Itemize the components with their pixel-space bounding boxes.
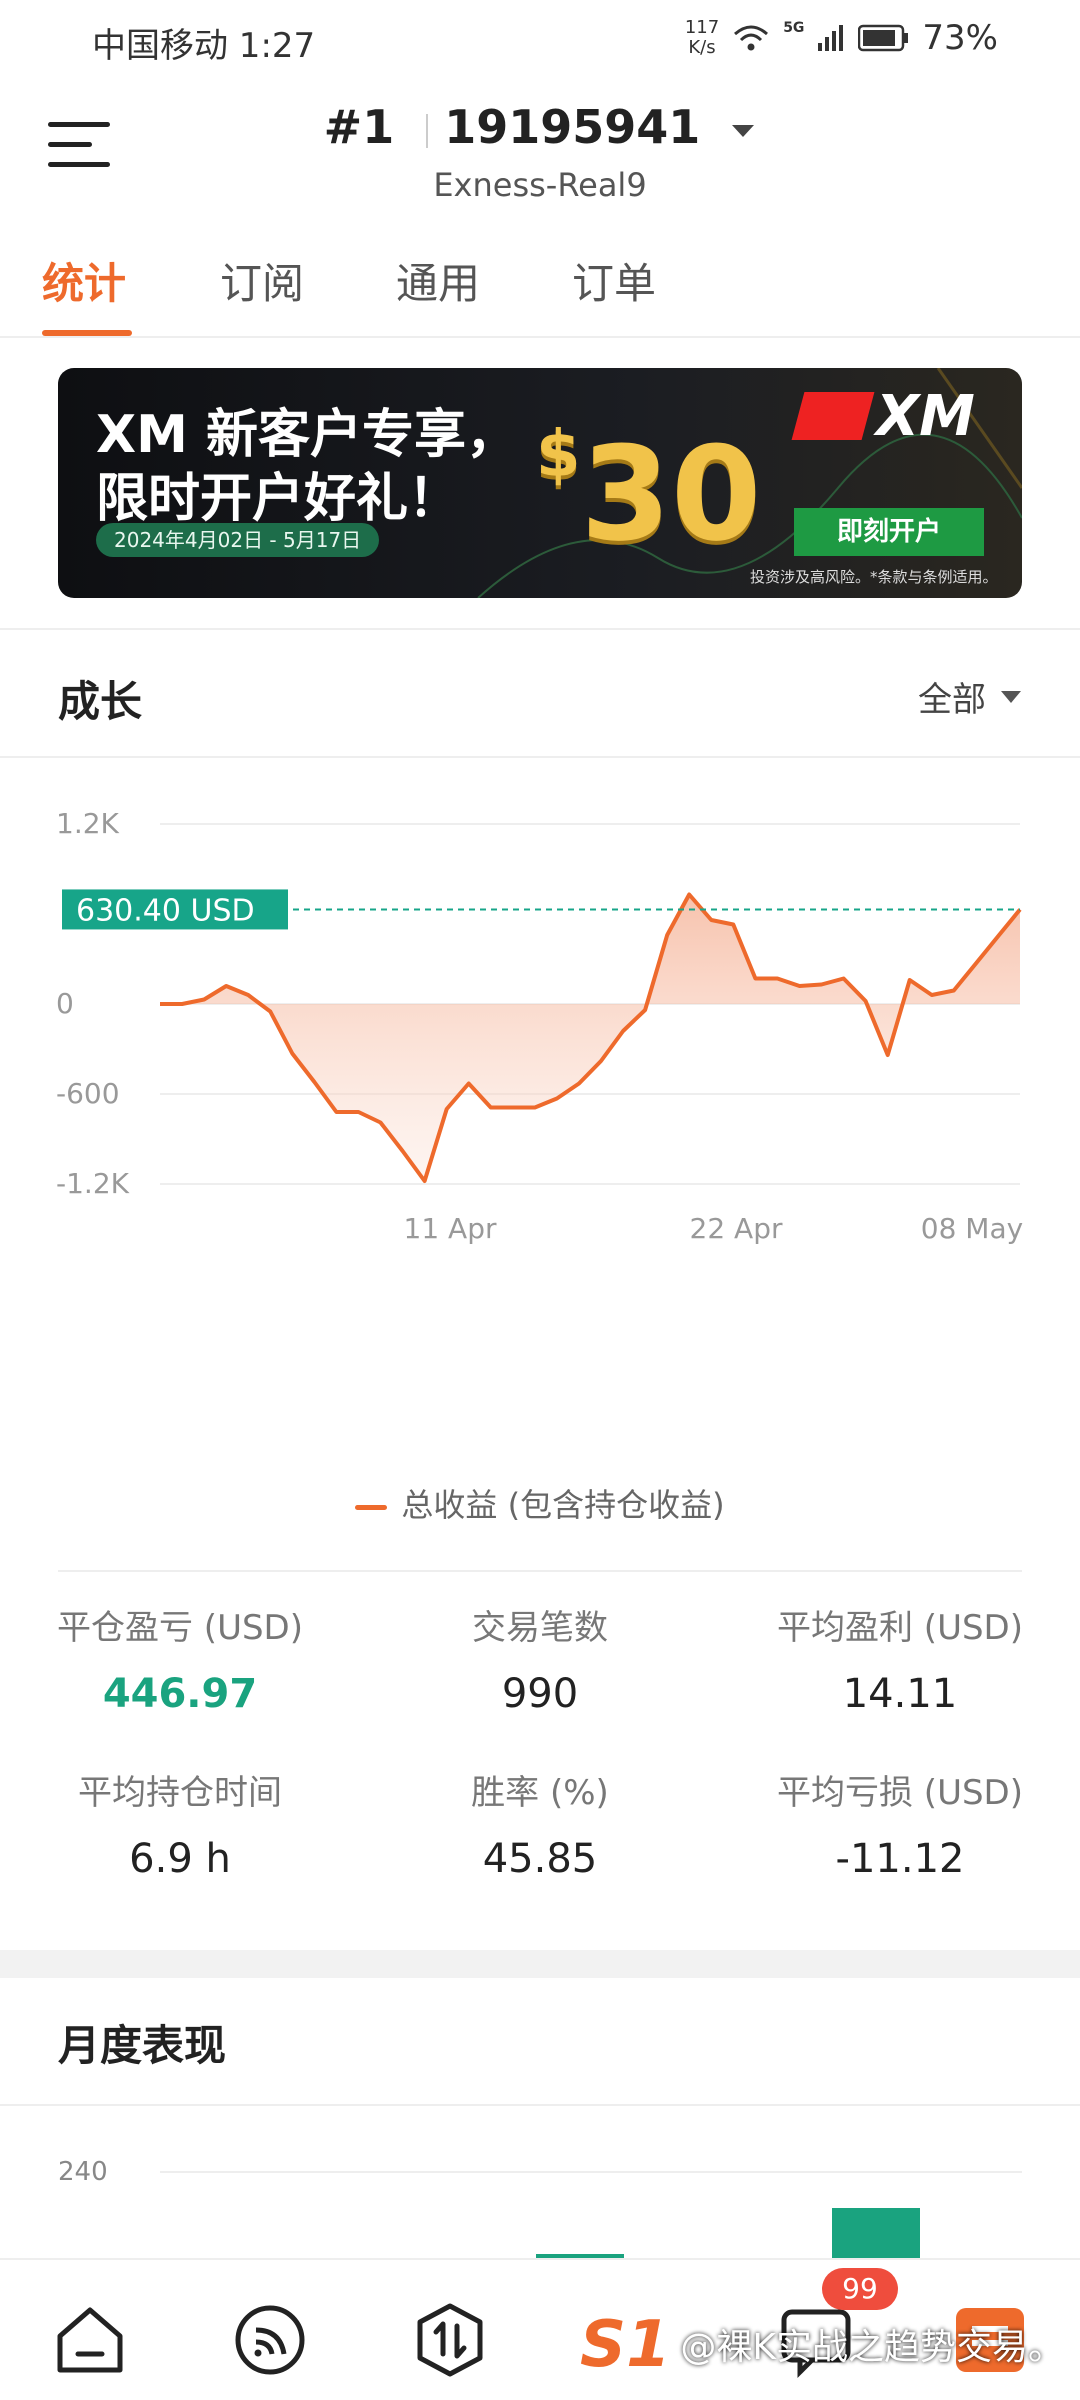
- tab-bar: 统计 订阅 通用 订单: [0, 230, 1080, 338]
- signal-icon[interactable]: [230, 2300, 310, 2380]
- monthly-chart: 240: [58, 2157, 1022, 2260]
- stat-avg-hold-time: 平均持仓时间 6.9 h: [0, 1765, 360, 1882]
- network-rate-unit: K/s: [688, 37, 716, 58]
- chart-legend: 总收益 (包含持仓收益): [0, 1480, 1080, 1526]
- x-tick-label: 11 Apr: [404, 1212, 497, 1245]
- tab-statistics[interactable]: 统计: [42, 250, 126, 311]
- range-dropdown-label: 全部: [918, 680, 986, 720]
- tab-subscribe[interactable]: 订阅: [220, 250, 304, 311]
- network-rate: 117 K/s: [685, 18, 719, 58]
- stat-value: 446.97: [102, 1671, 258, 1717]
- growth-title: 成长: [58, 677, 143, 726]
- stat-value: -11.12: [835, 1836, 965, 1882]
- monthly-performance-title: 月度表现: [58, 2021, 227, 2070]
- tab-general[interactable]: 通用: [396, 250, 480, 311]
- account-selector[interactable]: #1 19195941: [0, 100, 1080, 154]
- stat-win-rate: 胜率 (%) 45.85: [360, 1765, 720, 1882]
- network-rate-value: 117: [684, 17, 720, 38]
- x-tick-label: 08 May: [921, 1212, 1023, 1245]
- stat-label: 平均亏损 (USD): [777, 1773, 1023, 1813]
- current-value-label: 630.40 USD: [76, 893, 255, 928]
- watermark: @裸K实战之趋势交易。: [680, 2327, 1064, 2368]
- banner-disclaimer: 投资涉及高风险。*条款与条例适用。: [750, 568, 998, 586]
- tab-orders[interactable]: 订单: [572, 250, 656, 311]
- legend-swatch: [355, 1504, 388, 1510]
- divider: [0, 756, 1080, 758]
- range-dropdown[interactable]: 全部: [918, 672, 1022, 721]
- growth-chart: 1.2K 0 -600 -1.2K 11 Apr 22 Apr 08 May 630.40 U…: [56, 807, 1023, 1245]
- stat-label: 胜率 (%): [471, 1773, 609, 1813]
- open-account-button[interactable]: 即刻开户: [794, 508, 984, 556]
- battery-icon: [858, 24, 909, 52]
- divider: [0, 2104, 1080, 2106]
- stat-label: 交易笔数: [472, 1608, 608, 1648]
- divider: [0, 628, 1080, 630]
- chevron-down-icon: [1001, 690, 1021, 703]
- active-tab-indicator: [42, 330, 132, 336]
- svg-text:S1: S1: [580, 2308, 671, 2380]
- status-icons: 117 K/s 5G 73%: [685, 18, 998, 59]
- banner-currency: $: [536, 418, 581, 492]
- monthly-bar: [832, 2208, 920, 2260]
- banner-bonus-amount: $30: [536, 418, 761, 570]
- banner-date-range: 2024年4月02日 - 5月17日: [96, 523, 380, 557]
- xm-logo-text: XM: [876, 384, 975, 449]
- monthly-y-tick: 240: [58, 2157, 108, 2187]
- legend-label: 总收益 (包含持仓收益): [401, 1486, 725, 1524]
- xm-logo: XM: [791, 384, 988, 449]
- stat-label: 平均持仓时间: [78, 1773, 282, 1813]
- y-tick-label: 0: [56, 987, 74, 1020]
- stat-trade-count: 交易笔数 990: [360, 1600, 720, 1717]
- stat-label: 平均盈利 (USD): [777, 1608, 1023, 1648]
- battery-percent: 73%: [922, 18, 998, 58]
- stat-value: 45.85: [482, 1836, 598, 1882]
- unread-badge: 99: [822, 2268, 898, 2310]
- stat-label: 平仓盈亏 (USD): [57, 1608, 303, 1648]
- y-tick-label: 1.2K: [56, 807, 120, 840]
- stat-avg-loss: 平均亏损 (USD) -11.12: [720, 1765, 1080, 1882]
- stat-value: 14.11: [842, 1671, 958, 1717]
- y-tick-label: -600: [56, 1077, 120, 1110]
- banner-amount: 30: [580, 418, 762, 570]
- stat-value: 990: [501, 1671, 579, 1717]
- network-type: 5G: [783, 20, 805, 36]
- stat-closed-pnl: 平仓盈亏 (USD) 446.97: [0, 1600, 360, 1717]
- chevron-down-icon: [732, 124, 755, 137]
- carrier-time: 中国移动 1:27: [92, 26, 316, 66]
- trade-icon[interactable]: [410, 2300, 490, 2380]
- cell-signal-icon: [818, 25, 844, 51]
- section-separator: [0, 1950, 1080, 1978]
- divider: [58, 1570, 1022, 1572]
- home-icon[interactable]: [50, 2300, 130, 2380]
- y-tick-label: -1.2K: [56, 1167, 130, 1200]
- banner-headline-2: 限时开户好礼！: [96, 469, 461, 529]
- brand-icon[interactable]: S1: [578, 2300, 678, 2380]
- server-name: Exness-Real9: [433, 166, 647, 204]
- wifi-icon: [734, 25, 769, 51]
- account-header: #1 19195941 Exness-Real9: [0, 88, 1080, 218]
- status-bar: 中国移动 1:27 117 K/s 5G 73%: [0, 0, 1080, 80]
- account-rank: #1: [323, 100, 395, 154]
- stat-avg-profit: 平均盈利 (USD) 14.11: [720, 1600, 1080, 1717]
- x-tick-label: 22 Apr: [690, 1212, 783, 1245]
- account-number: 19195941: [444, 100, 701, 154]
- promo-banner[interactable]: XM 新客户专享， 限时开户好礼！ 2024年4月02日 - 5月17日 $30…: [58, 368, 1022, 598]
- stat-value: 6.9 h: [129, 1836, 231, 1882]
